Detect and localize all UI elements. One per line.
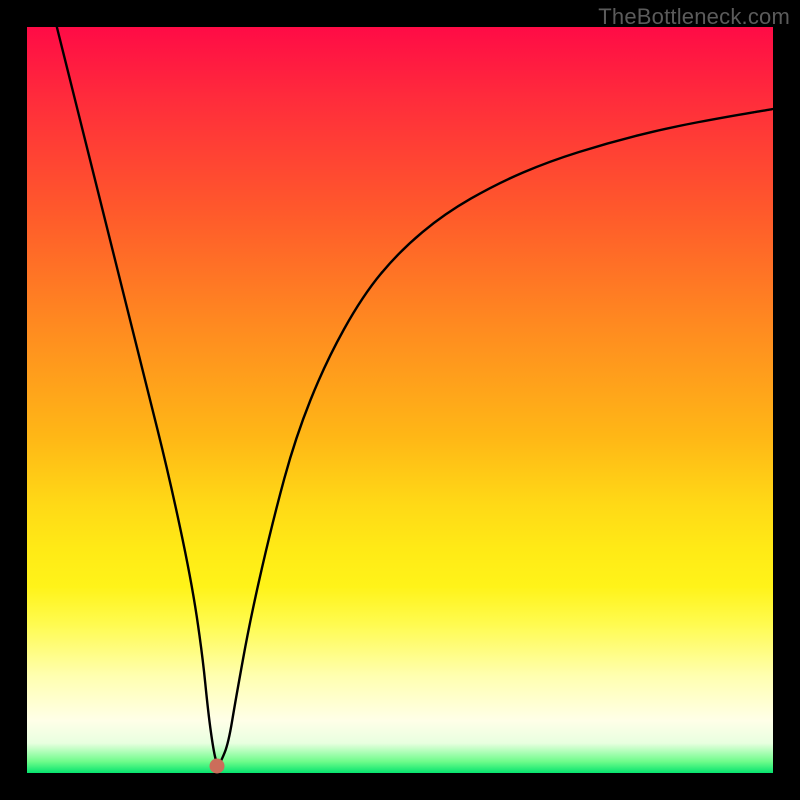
bottleneck-curve xyxy=(57,27,773,764)
watermark-text: TheBottleneck.com xyxy=(598,4,790,30)
plot-area xyxy=(27,27,773,773)
chart-frame: TheBottleneck.com xyxy=(0,0,800,800)
curve-svg xyxy=(27,27,773,773)
optimal-point-marker xyxy=(210,758,225,773)
